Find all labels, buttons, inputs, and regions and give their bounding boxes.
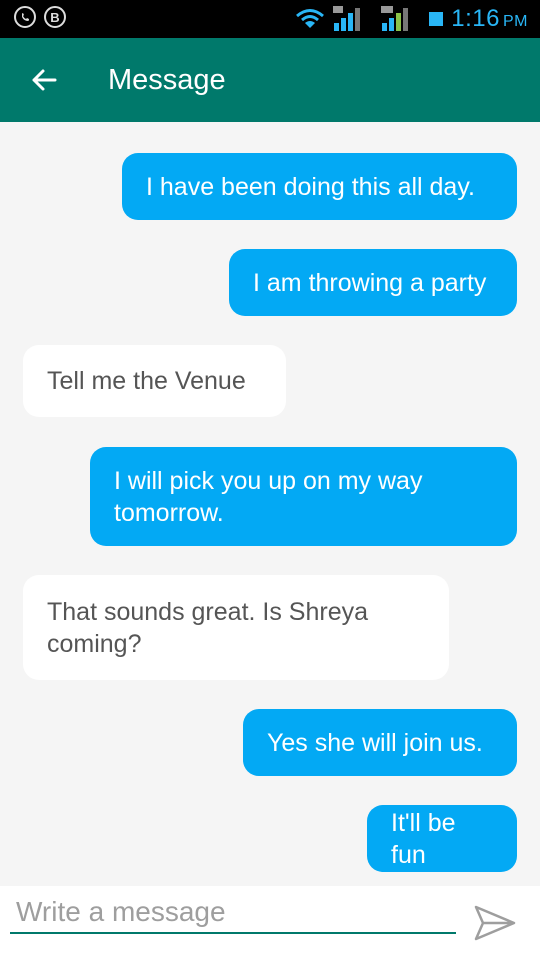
send-icon (474, 905, 516, 941)
message-sent: I have been doing this all day. (122, 153, 517, 220)
wifi-icon (296, 9, 325, 28)
send-button[interactable] (468, 900, 522, 946)
signal-icon-2 (381, 6, 409, 31)
b-icon: B (44, 6, 66, 28)
battery-icon (429, 12, 444, 26)
message-sent: I will pick you up on my way tomorrow. (90, 447, 517, 546)
message-sent: I am throwing a party (229, 249, 517, 316)
status-time-ampm: PM (503, 13, 528, 30)
back-button[interactable] (24, 60, 64, 100)
signal-icon-1 (333, 6, 361, 31)
arrow-left-icon (32, 69, 57, 91)
compose-bar (0, 886, 540, 960)
status-right-icons: 1:16 PM (295, 0, 528, 38)
page-title: Message (108, 64, 226, 96)
status-time: 1:16 PM (451, 5, 528, 33)
whatsapp-icon (14, 6, 36, 28)
status-left-icons: B (14, 6, 66, 28)
message-received: Tell me the Venue (23, 345, 286, 417)
app-bar: Message (0, 38, 540, 122)
message-input[interactable] (10, 892, 456, 934)
b-icon-label: B (50, 9, 60, 25)
message-sent: It'll be fun (367, 805, 517, 872)
status-bar: B 1:16 PM (0, 0, 540, 38)
status-time-value: 1:16 (451, 5, 500, 32)
message-received: That sounds great. Is Shreya coming? (23, 575, 449, 680)
message-sent: Yes she will join us. (243, 709, 517, 776)
